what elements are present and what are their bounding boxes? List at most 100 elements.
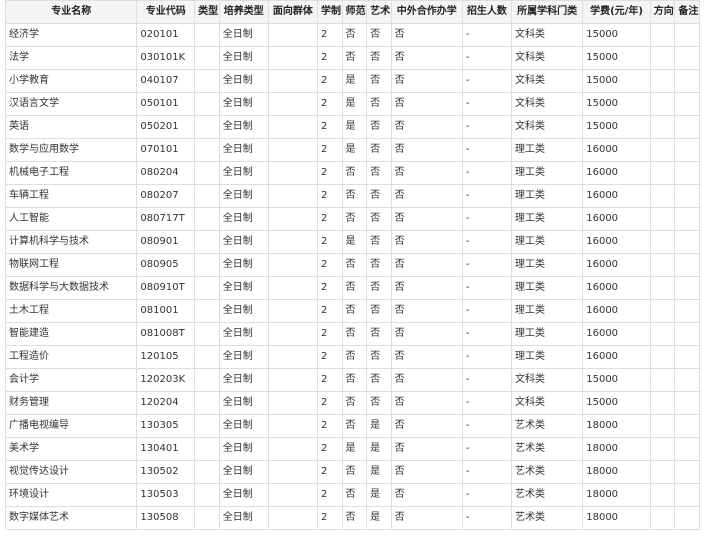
- cell-duration: 2: [316, 276, 343, 300]
- cell-art: 否: [366, 184, 392, 208]
- table-row[interactable]: 美术学 130401 全日制 2 是是否 - 艺术类 18000: [4, 437, 700, 461]
- cell-notes: [674, 299, 700, 323]
- cell-direction: [649, 253, 676, 277]
- cell-sino-foreign: 否: [390, 322, 463, 346]
- cell-duration: 2: [316, 161, 343, 185]
- cell-direction: [649, 46, 676, 70]
- cell-target-group: [267, 23, 318, 47]
- table-row[interactable]: 人工智能 080717T 全日制 2 否否否 - 理工类 16000: [4, 207, 700, 231]
- cell-teacher-training: 是: [341, 69, 368, 93]
- table-row[interactable]: 英语 050201 全日制 2 是否否 - 文科类 15000: [4, 115, 700, 139]
- cell-sino-foreign: 否: [390, 414, 463, 438]
- cell-major-code: 040107: [136, 69, 196, 93]
- table-row[interactable]: 视觉传达设计 130502 全日制 2 否是否 - 艺术类 18000: [4, 460, 700, 484]
- col-header-major-code[interactable]: 专业代码: [136, 0, 196, 24]
- col-header-duration[interactable]: 学制: [316, 0, 343, 24]
- cell-sino-foreign: 否: [390, 138, 463, 162]
- cell-training-type: 全日制: [218, 276, 269, 300]
- cell-major-code: 080905: [136, 253, 196, 277]
- col-header-discipline[interactable]: 所属学科门类: [510, 0, 584, 24]
- cell-teacher-training: 否: [341, 276, 368, 300]
- cell-training-type: 全日制: [218, 207, 269, 231]
- cell-target-group: [267, 437, 318, 461]
- cell-notes: [674, 345, 700, 369]
- cell-type: [194, 299, 220, 323]
- col-header-art[interactable]: 艺术: [366, 0, 392, 24]
- cell-enrollment: -: [461, 460, 513, 484]
- table-row[interactable]: 智能建造 081008T 全日制 2 否否否 - 理工类 16000: [4, 322, 700, 346]
- cell-enrollment: -: [461, 368, 513, 392]
- cell-teacher-training: 否: [341, 23, 368, 47]
- cell-type: [194, 483, 220, 507]
- col-header-sino-foreign[interactable]: 中外合作办学: [390, 0, 463, 24]
- col-header-target-group[interactable]: 面向群体: [267, 0, 318, 24]
- col-header-enrollment[interactable]: 招生人数: [461, 0, 513, 24]
- cell-direction: [649, 115, 676, 139]
- table-row[interactable]: 数学与应用数学 070101 全日制 2 是否否 - 理工类 16000: [4, 138, 700, 162]
- cell-art: 否: [366, 345, 392, 369]
- cell-type: [194, 391, 220, 415]
- table-row[interactable]: 车辆工程 080207 全日制 2 否否否 - 理工类 16000: [4, 184, 700, 208]
- cell-direction: [649, 69, 676, 93]
- cell-target-group: [267, 138, 318, 162]
- cell-direction: [649, 506, 676, 530]
- col-header-teacher-training[interactable]: 师范: [341, 0, 368, 24]
- col-header-notes[interactable]: 备注: [674, 0, 700, 24]
- cell-target-group: [267, 92, 318, 116]
- cell-tuition: 15000: [582, 115, 651, 139]
- cell-duration: 2: [316, 483, 343, 507]
- table-row[interactable]: 土木工程 081001 全日制 2 否否否 - 理工类 16000: [4, 299, 700, 323]
- table-row[interactable]: 数字媒体艺术 130508 全日制 2 否是否 - 艺术类 18000: [4, 506, 700, 530]
- cell-major-name: 法学: [4, 46, 138, 70]
- cell-duration: 2: [316, 115, 343, 139]
- cell-discipline: 理工类: [510, 161, 584, 185]
- cell-tuition: 16000: [582, 299, 651, 323]
- col-header-direction[interactable]: 方向: [649, 0, 676, 24]
- table-row[interactable]: 数据科学与大数据技术 080910T 全日制 2 否否否 - 理工类 16000: [4, 276, 700, 300]
- cell-tuition: 16000: [582, 253, 651, 277]
- cell-type: [194, 207, 220, 231]
- cell-enrollment: -: [461, 115, 513, 139]
- cell-major-code: 120204: [136, 391, 196, 415]
- col-header-tuition[interactable]: 学费(元/年): [582, 0, 651, 24]
- table-row[interactable]: 计算机科学与技术 080901 全日制 2 是否否 - 理工类 16000: [4, 230, 700, 254]
- cell-art: 否: [366, 253, 392, 277]
- cell-major-name: 经济学: [4, 23, 138, 47]
- cell-duration: 2: [316, 437, 343, 461]
- table-header: 专业名称 专业代码 类型 培养类型 面向群体 学制 师范 艺术 中外合作办学 招…: [4, 0, 700, 24]
- table-row[interactable]: 法学 030101K 全日制 2 否否否 - 文科类 15000: [4, 46, 700, 70]
- cell-direction: [649, 414, 676, 438]
- cell-training-type: 全日制: [218, 414, 269, 438]
- table-row[interactable]: 工程造价 120105 全日制 2 否否否 - 理工类 16000: [4, 345, 700, 369]
- majors-table-wrapper: 专业名称 专业代码 类型 培养类型 面向群体 学制 师范 艺术 中外合作办学 招…: [0, 0, 705, 530]
- cell-sino-foreign: 否: [390, 299, 463, 323]
- table-row[interactable]: 广播电视编导 130305 全日制 2 否是否 - 艺术类 18000: [4, 414, 700, 438]
- table-row[interactable]: 经济学 020101 全日制 2 否否否 - 文科类 15000: [4, 23, 700, 47]
- cell-target-group: [267, 46, 318, 70]
- cell-direction: [649, 368, 676, 392]
- table-row[interactable]: 汉语言文学 050101 全日制 2 是否否 - 文科类 15000: [4, 92, 700, 116]
- cell-notes: [674, 322, 700, 346]
- cell-sino-foreign: 否: [390, 253, 463, 277]
- cell-training-type: 全日制: [218, 460, 269, 484]
- cell-direction: [649, 23, 676, 47]
- table-row[interactable]: 物联网工程 080905 全日制 2 否否否 - 理工类 16000: [4, 253, 700, 277]
- table-row[interactable]: 机械电子工程 080204 全日制 2 否否否 - 理工类 16000: [4, 161, 700, 185]
- cell-type: [194, 276, 220, 300]
- cell-type: [194, 69, 220, 93]
- cell-duration: 2: [316, 138, 343, 162]
- cell-direction: [649, 207, 676, 231]
- table-row[interactable]: 小学教育 040107 全日制 2 是否否 - 文科类 15000: [4, 69, 700, 93]
- cell-major-name: 车辆工程: [4, 184, 138, 208]
- cell-tuition: 15000: [582, 46, 651, 70]
- col-header-major-name[interactable]: 专业名称: [4, 0, 138, 24]
- cell-teacher-training: 否: [341, 161, 368, 185]
- col-header-type[interactable]: 类型: [194, 0, 220, 24]
- cell-discipline: 理工类: [510, 184, 584, 208]
- table-row[interactable]: 会计学 120203K 全日制 2 否否否 - 文科类 15000: [4, 368, 700, 392]
- cell-training-type: 全日制: [218, 437, 269, 461]
- cell-teacher-training: 否: [341, 345, 368, 369]
- table-row[interactable]: 环境设计 130503 全日制 2 否是否 - 艺术类 18000: [4, 483, 700, 507]
- col-header-training-type[interactable]: 培养类型: [218, 0, 269, 24]
- table-row[interactable]: 财务管理 120204 全日制 2 否否否 - 文科类 15000: [4, 391, 700, 415]
